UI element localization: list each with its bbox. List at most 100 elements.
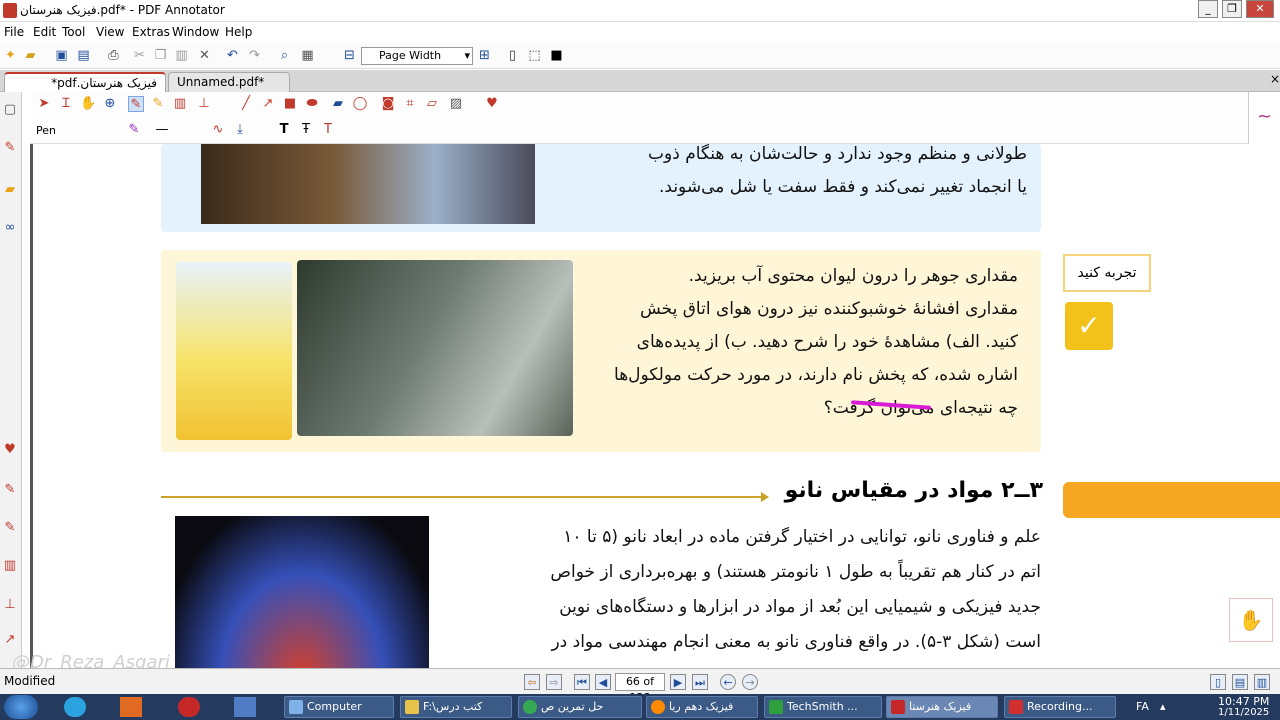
menu-tool[interactable]: Tool bbox=[62, 25, 85, 39]
redo-icon[interactable]: ↷ bbox=[246, 47, 263, 64]
open-folder-icon[interactable]: ▰ bbox=[22, 47, 39, 64]
minimize-button[interactable]: _ bbox=[1198, 0, 1218, 18]
document-page[interactable]: طولانی و منظم وجود ندارد و حالت‌شان به ه… bbox=[30, 144, 1280, 668]
task-label: فیزیک هنرستا bbox=[909, 700, 972, 713]
menu-extras[interactable]: Extras bbox=[132, 25, 170, 39]
next-view-icon[interactable]: ⇨ bbox=[546, 674, 562, 690]
menu-edit[interactable]: Edit bbox=[33, 25, 56, 39]
save-icon[interactable]: ▣ bbox=[53, 47, 70, 64]
task-techsmith[interactable]: TechSmith ... bbox=[764, 696, 882, 718]
prev-view-icon[interactable]: ⇦ bbox=[524, 674, 540, 690]
stamp-icon[interactable]: ⊥ bbox=[2, 597, 18, 613]
link-icon[interactable]: ∞ bbox=[2, 220, 18, 236]
line-width-icon[interactable]: — bbox=[154, 122, 170, 138]
lasso-icon[interactable]: ◯ bbox=[352, 96, 368, 112]
task-pdf-annotator[interactable]: فیزیک هنرستا bbox=[886, 696, 998, 718]
paste-icon[interactable]: ▥ bbox=[173, 47, 190, 64]
left-sidebar: ▢ ✎ ▰ ∞ ♥ ✎ ✎ ▥ ⊥ ↗ bbox=[0, 92, 22, 672]
right-panel: ~ bbox=[1248, 92, 1280, 144]
zoom-in-icon[interactable]: ⊞ bbox=[476, 47, 493, 64]
telegram-icon[interactable] bbox=[64, 697, 86, 717]
continuous-view-icon[interactable]: ▤ bbox=[1232, 674, 1248, 690]
print-icon[interactable]: ⎙ bbox=[105, 47, 122, 64]
eraser-icon[interactable]: ▰ bbox=[330, 96, 346, 112]
rectangle-icon[interactable]: ■ bbox=[282, 96, 298, 112]
fullscreen-icon[interactable]: ■ bbox=[548, 47, 565, 64]
pen-icon[interactable]: ✎ bbox=[2, 140, 18, 156]
highlighter-tool-icon[interactable]: ✎ bbox=[150, 96, 166, 112]
strikethrough-icon[interactable]: T bbox=[320, 122, 336, 138]
two-page-view-icon[interactable]: ▥ bbox=[1254, 674, 1270, 690]
ruler-icon[interactable]: ▱ bbox=[424, 96, 440, 112]
task-computer[interactable]: Computer bbox=[284, 696, 394, 718]
tab-close-icon[interactable]: × bbox=[1270, 72, 1280, 86]
chart-icon[interactable]: ▥ bbox=[2, 558, 18, 574]
menu-window[interactable]: Window bbox=[172, 25, 219, 39]
tab-physics[interactable]: فیزیک هنرستان.pdf* bbox=[4, 72, 166, 92]
hand-cursor-icon[interactable]: ✋ bbox=[1229, 598, 1273, 642]
page-number-field[interactable]: 66 of 128 bbox=[615, 673, 665, 704]
task-recording[interactable]: Recording... bbox=[1004, 696, 1116, 718]
stamp-tool-icon[interactable]: ⊥ bbox=[196, 96, 212, 112]
task-folder[interactable]: F:\کتب درس bbox=[400, 696, 512, 718]
single-view-icon[interactable]: ▯ bbox=[1210, 674, 1226, 690]
arrow-tool-icon[interactable]: ↗ bbox=[2, 632, 18, 648]
matlab-icon[interactable] bbox=[120, 697, 142, 717]
line-tool-icon[interactable]: ╱ bbox=[238, 96, 254, 112]
camera-icon[interactable]: ◙ bbox=[380, 96, 396, 112]
menu-help[interactable]: Help bbox=[225, 25, 252, 39]
text-format-icon[interactable]: T bbox=[276, 122, 292, 138]
favorites-heart-icon[interactable]: ♥ bbox=[484, 96, 500, 112]
page-width-icon[interactable]: ⬚ bbox=[526, 47, 543, 64]
new-icon[interactable]: ✦ bbox=[2, 47, 19, 64]
close-button[interactable]: ✕ bbox=[1246, 0, 1274, 18]
delete-icon[interactable]: ✕ bbox=[196, 47, 213, 64]
pen-color-icon[interactable]: ✎ bbox=[126, 122, 142, 138]
arrow-line-icon[interactable]: ↗ bbox=[260, 96, 276, 112]
curve-icon[interactable]: ∿ bbox=[210, 122, 226, 138]
start-button[interactable] bbox=[4, 695, 38, 719]
pen-tool-icon[interactable]: ✎ bbox=[128, 96, 144, 112]
insert-image-icon[interactable]: ▨ bbox=[448, 96, 464, 112]
undo-icon[interactable]: ↶ bbox=[224, 47, 241, 64]
language-indicator[interactable]: FA bbox=[1136, 700, 1149, 713]
text-select-icon[interactable]: Ɪ bbox=[58, 96, 74, 112]
pdf-app-icon[interactable] bbox=[178, 697, 200, 717]
find-icon[interactable]: ⌕ bbox=[276, 47, 293, 64]
cut-icon[interactable]: ✂ bbox=[131, 47, 148, 64]
last-page-icon[interactable]: ⏭ bbox=[692, 674, 708, 690]
clock-date[interactable]: 1/11/2025 bbox=[1218, 707, 1269, 718]
back-icon[interactable]: ← bbox=[720, 674, 736, 690]
next-page-icon[interactable]: ▶ bbox=[670, 674, 686, 690]
control-panel-icon[interactable] bbox=[234, 697, 256, 717]
menu-view[interactable]: View bbox=[96, 25, 124, 39]
ellipse-icon[interactable]: ⬬ bbox=[304, 96, 320, 112]
single-page-icon[interactable]: ▯ bbox=[504, 47, 521, 64]
task-chrome[interactable]: حل تمرین ص bbox=[518, 696, 642, 718]
restore-button[interactable]: ❐ bbox=[1222, 0, 1242, 18]
zoom-select[interactable]: Page Width ▾ bbox=[361, 47, 473, 65]
menu-file[interactable]: File bbox=[4, 25, 24, 39]
zoom-tool-icon[interactable]: ⊕ bbox=[102, 96, 118, 112]
page-setup-icon[interactable]: ▦ bbox=[299, 47, 316, 64]
heart-icon[interactable]: ♥ bbox=[2, 442, 18, 458]
page-icon[interactable]: ▢ bbox=[2, 102, 18, 118]
tray-expand-icon[interactable]: ▴ bbox=[1160, 700, 1166, 713]
prev-page-icon[interactable]: ◀ bbox=[595, 674, 611, 690]
marker-icon[interactable]: ✎ bbox=[2, 482, 18, 498]
first-page-icon[interactable]: ⏮ bbox=[574, 674, 590, 690]
save-as-icon[interactable]: ▤ bbox=[75, 47, 92, 64]
pressure-icon[interactable]: ⤓ bbox=[232, 122, 248, 138]
crop-icon[interactable]: ⌗ bbox=[402, 96, 418, 112]
hand-icon[interactable]: ✋ bbox=[80, 96, 96, 112]
highlighter-icon[interactable]: ✎ bbox=[2, 520, 18, 536]
chart-tool-icon[interactable]: ▥ bbox=[172, 96, 188, 112]
select-arrow-icon[interactable]: ➤ bbox=[36, 96, 52, 112]
zoom-out-icon[interactable]: ⊟ bbox=[341, 47, 358, 64]
task-firefox[interactable]: فیزیک دهم ریا bbox=[646, 696, 758, 718]
forward-icon[interactable]: → bbox=[742, 674, 758, 690]
tab-unnamed[interactable]: Unnamed.pdf* bbox=[168, 72, 290, 92]
text-style-icon[interactable]: Ŧ bbox=[298, 122, 314, 138]
folder-icon[interactable]: ▰ bbox=[2, 182, 18, 198]
copy-icon[interactable]: ❐ bbox=[152, 47, 169, 64]
